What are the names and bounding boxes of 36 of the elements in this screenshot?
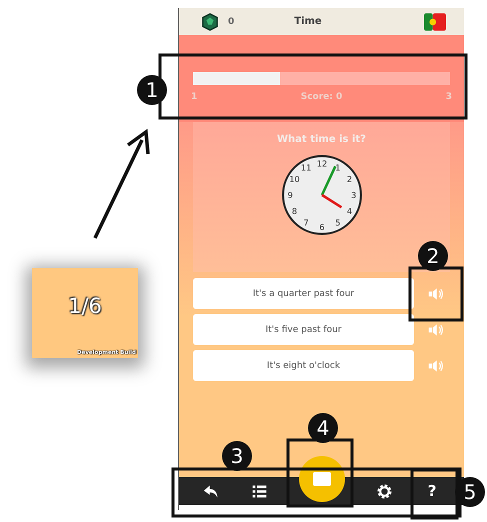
answer-button[interactable]: It's a quarter past four xyxy=(193,278,414,309)
clock-numeral: 6 xyxy=(318,222,324,232)
back-icon[interactable] xyxy=(202,482,220,500)
clock-numeral: 4 xyxy=(346,206,352,216)
callout-badge: 1 xyxy=(137,75,167,105)
clock-numeral: 1 xyxy=(334,162,340,173)
slide-counter: 1/6 xyxy=(68,294,102,318)
progress-end: 3 xyxy=(446,92,452,102)
clock-numeral: 11 xyxy=(300,162,311,173)
clock-numeral: 7 xyxy=(303,218,308,228)
clock-numeral: 2 xyxy=(346,174,352,184)
callout-badge: 2 xyxy=(418,241,448,271)
settings-icon[interactable] xyxy=(376,482,393,500)
screen-title: Time xyxy=(294,16,323,27)
help-button[interactable]: ? xyxy=(424,482,440,500)
progress-start: 1 xyxy=(191,92,198,102)
flag-icon[interactable] xyxy=(424,12,446,30)
question-text: What time is it? xyxy=(277,134,366,145)
list-icon[interactable] xyxy=(250,482,268,500)
callout-badge: 3 xyxy=(222,441,252,471)
callout-badge: 4 xyxy=(308,413,338,443)
clock-numeral: 3 xyxy=(350,190,356,200)
clock-numeral: 5 xyxy=(334,218,340,228)
clock-numeral: 9 xyxy=(287,190,292,200)
gem-count: 0 xyxy=(228,16,234,26)
clock-hands xyxy=(320,166,342,208)
clock-numeral: 10 xyxy=(288,174,300,184)
callout-badge: 5 xyxy=(455,477,485,507)
stop-button[interactable] xyxy=(298,456,345,502)
clock-numeral: 12 xyxy=(316,158,327,168)
clock-numeral: 8 xyxy=(291,206,297,216)
score-text: Score: 0 xyxy=(300,92,342,102)
answer-button[interactable]: It's eight o'clock xyxy=(193,350,414,381)
gem-icon xyxy=(201,12,219,30)
callout-frame xyxy=(408,266,464,322)
answer-button[interactable]: It's five past four xyxy=(193,314,414,345)
